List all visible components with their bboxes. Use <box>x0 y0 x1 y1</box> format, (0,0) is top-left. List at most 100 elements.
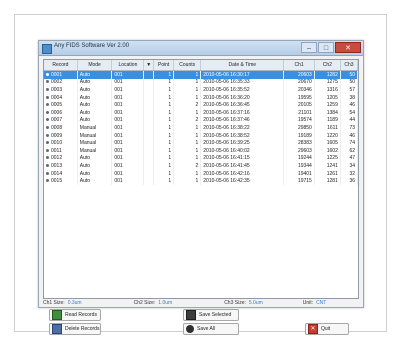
table-row[interactable]: 0001 Auto 001 1 1 2010-05-06 16:30:17 20603 128… <box>44 70 358 79</box>
table-row[interactable]: 0007 Auto 001 1 2 2010-05-06 16:37:46 19574 118… <box>44 116 358 125</box>
table-row[interactable]: 0003 Auto 001 1 1 2010-05-06 16:35:52 20346 131… <box>44 86 358 94</box>
cell-ch2: 1316 <box>314 86 341 94</box>
cell-ch1: 19715 <box>283 177 315 185</box>
column-header-2[interactable]: Location <box>111 60 145 71</box>
row-bullet-icon <box>46 80 49 84</box>
table-row[interactable]: 0012 Auto 001 1 1 2010-05-06 16:41:15 19244 122… <box>44 154 358 163</box>
cell-blank <box>143 78 155 87</box>
cell-record: 0010 <box>44 139 78 147</box>
cell-counts: 1 <box>173 177 202 185</box>
cell-blank <box>143 169 155 178</box>
ch3-size-label: Ch3 Size: <box>224 300 246 306</box>
cell-datetime: 2010-05-06 16:41:45 <box>200 162 285 170</box>
cell-point: 1 <box>153 116 175 125</box>
cell-ch1: 28383 <box>283 139 315 147</box>
column-header-9[interactable]: Ch3 <box>340 60 358 71</box>
cell-point: 1 <box>153 177 175 185</box>
cell-blank <box>143 108 155 117</box>
column-header-1[interactable]: Mode <box>77 60 113 71</box>
read-records-label: Read Records <box>65 312 97 318</box>
window-title: Any FIDS Software Ver 2.00 <box>54 43 130 49</box>
cell-record: 0012 <box>44 154 78 163</box>
table-row[interactable]: 0014 Auto 001 1 1 2010-05-06 16:42:16 19401 126… <box>44 169 358 178</box>
cell-ch2: 1205 <box>314 93 341 102</box>
column-header-8[interactable]: Ch2 <box>314 60 341 71</box>
ch1-size-label: Ch1 Size: <box>43 300 65 306</box>
cell-ch1: 29850 <box>283 124 315 132</box>
close-button[interactable]: ✕ <box>335 42 361 53</box>
records-grid[interactable]: Record Mode Location ▼ Point Counts Date & Tim… <box>43 59 359 299</box>
cell-datetime: 2010-05-06 16:42:16 <box>200 169 285 178</box>
table-row[interactable]: 0004 Auto 001 1 1 2010-05-06 16:36:20 19595 120… <box>44 93 358 102</box>
cell-point: 1 <box>153 124 175 132</box>
cell-location: 001 <box>111 78 145 87</box>
minimize-button[interactable]: – <box>301 42 317 53</box>
cell-ch2: 1275 <box>314 78 341 87</box>
cell-point: 1 <box>153 78 175 87</box>
cell-location: 001 <box>111 131 145 140</box>
unit-label: Unit: <box>302 300 314 306</box>
column-header-6[interactable]: Date & Time <box>200 60 285 71</box>
column-header-3[interactable]: ▼ <box>143 60 155 71</box>
title-bar[interactable]: Any FIDS Software Ver 2.00 – □ ✕ <box>39 41 363 56</box>
cell-ch3: 46 <box>340 101 358 109</box>
cell-record-text: 0009 <box>51 132 63 139</box>
row-bullet-icon <box>46 103 49 107</box>
cell-ch1: 19401 <box>283 169 315 178</box>
cell-point: 1 <box>153 93 175 102</box>
cell-record: 0003 <box>44 86 78 94</box>
cell-location: 001 <box>111 86 145 94</box>
row-bullet-icon <box>46 87 49 91</box>
row-bullet-icon <box>46 133 49 137</box>
cell-ch2: 1189 <box>314 116 341 125</box>
save-all-label: Save All <box>197 326 216 332</box>
maximize-button[interactable]: □ <box>318 42 334 53</box>
table-row[interactable]: 0010 Manual 001 1 1 2010-05-06 16:39:25 28383 1… <box>44 139 358 147</box>
table-row[interactable]: 0013 Auto 001 1 2 2010-05-06 16:41:45 19344 124… <box>44 162 358 170</box>
column-header-7[interactable]: Ch1 <box>283 60 315 71</box>
cell-record-text: 0008 <box>51 124 63 131</box>
cell-point: 1 <box>153 108 175 117</box>
cell-ch3: 62 <box>340 146 358 155</box>
table-row[interactable]: 0015 Auto 001 1 1 2010-05-06 16:42:35 19715 128… <box>44 177 358 185</box>
delete-records-button[interactable]: Delete Records <box>49 323 101 335</box>
row-bullet-icon <box>46 171 49 175</box>
row-bullet-icon <box>46 179 49 183</box>
table-row[interactable]: 0009 Manual 001 1 1 2010-05-06 16:38:52 19189 1… <box>44 131 358 140</box>
cell-mode: Manual <box>77 124 113 132</box>
table-row[interactable]: 0002 Auto 001 1 1 2010-05-06 16:35:33 20670 127… <box>44 78 358 87</box>
save-icon <box>186 310 196 320</box>
cell-ch1: 19189 <box>283 131 315 140</box>
cell-ch3: 74 <box>340 139 358 147</box>
cell-counts: 2 <box>173 162 202 170</box>
row-bullet-icon <box>46 156 49 160</box>
cell-counts: 1 <box>173 70 202 79</box>
row-bullet-icon <box>46 72 49 76</box>
cell-datetime: 2010-05-06 16:39:25 <box>200 139 285 147</box>
cell-counts: 1 <box>173 139 202 147</box>
cell-blank <box>143 177 155 185</box>
cell-ch2: 1605 <box>314 139 341 147</box>
delete-records-icon <box>52 324 62 334</box>
save-selected-button[interactable]: Save Selected <box>183 309 239 321</box>
cell-point: 1 <box>153 139 175 147</box>
save-all-button[interactable]: Save All <box>183 323 239 335</box>
cell-record: 0002 <box>44 78 78 87</box>
cell-point: 1 <box>153 101 175 109</box>
column-header-0[interactable]: Record <box>44 60 78 71</box>
cell-mode: Auto <box>77 78 113 87</box>
read-records-button[interactable]: Read Records <box>49 309 101 321</box>
cell-ch2: 1241 <box>314 162 341 170</box>
table-row[interactable]: 0011 Manual 001 1 1 2010-05-06 16:40:02 29603 1… <box>44 146 358 155</box>
table-row[interactable]: 0005 Auto 001 1 2 2010-05-06 16:36:45 20105 125… <box>44 101 358 109</box>
cell-mode: Auto <box>77 108 113 117</box>
quit-button[interactable]: ✕ Quit <box>305 323 349 335</box>
cell-counts: 2 <box>173 101 202 109</box>
column-header-4[interactable]: Point <box>153 60 175 71</box>
table-row[interactable]: 0006 Auto 001 1 1 2010-05-06 16:37:16 21101 138… <box>44 108 358 117</box>
app-icon <box>42 44 52 54</box>
cell-record: 0005 <box>44 101 78 109</box>
table-row[interactable]: 0008 Manual 001 1 1 2010-05-06 16:38:22 29850 1… <box>44 124 358 132</box>
column-header-5[interactable]: Counts <box>173 60 202 71</box>
ch3-size-value: 5.0um <box>248 300 263 306</box>
